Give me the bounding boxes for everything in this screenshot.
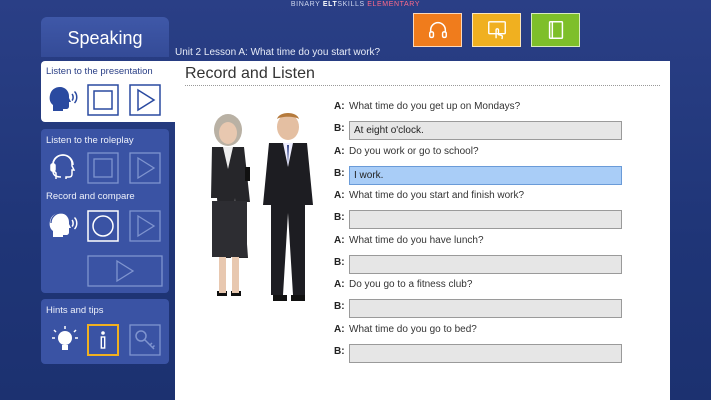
key-button[interactable]	[129, 324, 161, 356]
speaker-b-label: B:	[334, 301, 345, 312]
audio-button[interactable]	[413, 13, 462, 47]
speaker-a-label: A:	[334, 279, 345, 290]
answer-field[interactable]: I work.	[349, 166, 622, 185]
presentation-play-button[interactable]	[129, 84, 161, 116]
speaker-b-label: B:	[334, 212, 345, 223]
question-text: What time do you have lunch?	[349, 235, 484, 246]
speaker-a-label: A:	[334, 235, 345, 246]
play-icon	[129, 210, 161, 242]
record-icon	[87, 210, 119, 242]
hand-pointer-icon	[487, 21, 506, 40]
speaker-b-label: B:	[334, 346, 345, 357]
roleplay-panel: Listen to the roleplay Record and compar…	[41, 129, 169, 293]
answer-field[interactable]	[349, 344, 622, 363]
headphones-icon	[428, 22, 447, 39]
listener-head-icon	[47, 151, 79, 183]
hints-panel: Hints and tips	[41, 299, 169, 364]
main-panel: Record and Listen A: What time do you get…	[175, 61, 670, 400]
presentation-label: Listen to the presentation	[46, 66, 153, 77]
question-text: Do you work or go to school?	[349, 146, 479, 157]
section-title: Speaking	[41, 17, 169, 57]
people-illustration	[211, 113, 313, 301]
question-text: Do you go to a fitness club?	[349, 279, 473, 290]
info-button[interactable]	[87, 324, 119, 356]
play-icon	[87, 255, 163, 287]
title-divider	[185, 85, 660, 86]
speaker-b-label: B:	[334, 168, 345, 179]
speaker-a-label: A:	[334, 146, 345, 157]
question-text: What time do you get up on Mondays?	[349, 101, 521, 112]
speaker-a-label: A:	[334, 101, 345, 112]
record-head-icon	[47, 209, 79, 241]
info-icon	[87, 324, 119, 356]
record-label: Record and compare	[46, 191, 135, 202]
question-text: What time do you go to bed?	[349, 324, 477, 335]
page-title: Record and Listen	[185, 65, 315, 82]
roleplay-play-button[interactable]	[129, 152, 161, 184]
notes-button[interactable]	[531, 13, 580, 47]
answer-field[interactable]	[349, 210, 622, 229]
roleplay-stop-button[interactable]	[87, 152, 119, 184]
speaker-b-label: B:	[334, 123, 345, 134]
compare-play-button[interactable]	[87, 255, 163, 287]
play-icon	[129, 84, 161, 116]
hints-label: Hints and tips	[46, 305, 104, 316]
presentation-panel: Listen to the presentation	[41, 61, 175, 122]
roleplay-label: Listen to the roleplay	[46, 135, 134, 146]
play-icon	[129, 152, 161, 184]
record-play-button[interactable]	[129, 210, 161, 242]
stop-icon	[87, 84, 119, 116]
answer-field[interactable]	[349, 299, 622, 318]
brand-title: BINARY ELTSKILLS ELEMENTARY	[290, 1, 421, 8]
stop-icon	[87, 152, 119, 184]
presentation-stop-button[interactable]	[87, 84, 119, 116]
speaker-a-label: A:	[334, 190, 345, 201]
answer-field[interactable]	[349, 255, 622, 274]
speaker-b-label: B:	[334, 257, 345, 268]
answer-field[interactable]: At eight o'clock.	[349, 121, 622, 140]
lesson-title: Unit 2 Lesson A: What time do you start …	[175, 47, 381, 58]
speaker-head-icon	[47, 83, 79, 115]
key-icon	[129, 324, 161, 356]
question-text: What time do you start and finish work?	[349, 190, 525, 201]
speaker-a-label: A:	[334, 324, 345, 335]
lightbulb-icon[interactable]	[49, 324, 81, 356]
record-button[interactable]	[87, 210, 119, 242]
notebook-icon	[548, 21, 563, 39]
help-button[interactable]	[472, 13, 521, 47]
